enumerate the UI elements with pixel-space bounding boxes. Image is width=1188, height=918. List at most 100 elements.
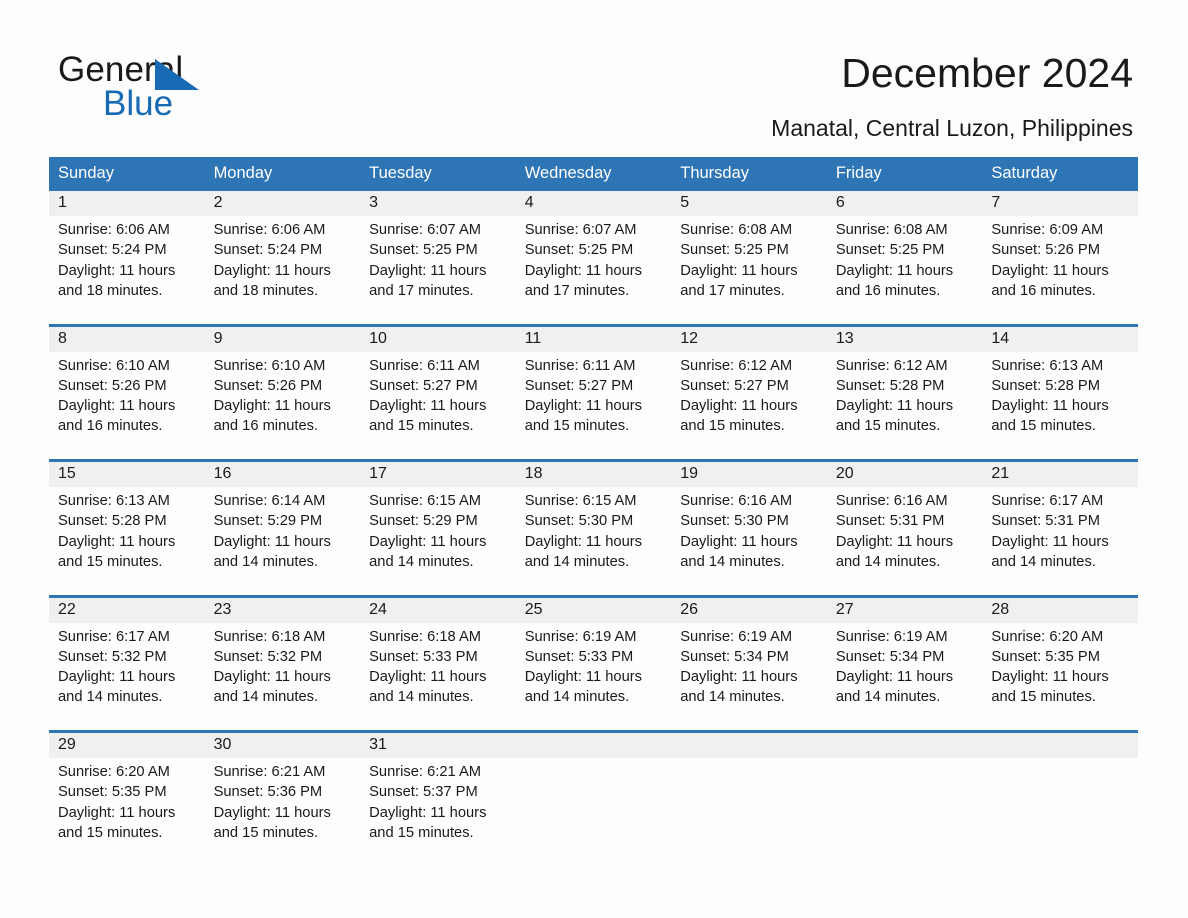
day-number-cell[interactable]: 5 [671,191,827,216]
day-detail-cell[interactable]: Sunrise: 6:20 AM Sunset: 5:35 PM Daylight:… [49,758,205,867]
daylight-text-line2: and 17 minutes. [369,282,474,299]
day-detail-cell[interactable]: Sunrise: 6:15 AM Sunset: 5:29 PM Daylight:… [360,487,516,596]
sunset-text: Sunset: 5:25 PM [369,242,478,259]
day-detail-cell[interactable]: Sunrise: 6:11 AM Sunset: 5:27 PM Daylight:… [360,351,516,461]
sunset-text: Sunset: 5:25 PM [524,242,634,259]
day-number-cell[interactable]: 16 [204,459,361,487]
day-detail-cell[interactable]: Sunrise: 6:12 AM Sunset: 5:27 PM Daylight:… [671,351,827,461]
daylight-text-line1: Daylight: 11 hours [58,804,176,821]
sunset-text: Sunset: 5:34 PM [835,648,945,665]
daylight-text-line2: and 15 minutes. [213,824,319,841]
day-detail-cell[interactable]: Sunrise: 6:17 AM Sunset: 5:32 PM Daylight:… [49,622,205,732]
day-detail-cell[interactable]: Sunrise: 6:06 AM Sunset: 5:24 PM Daylight:… [49,216,205,325]
day-detail-cell[interactable]: Sunrise: 6:18 AM Sunset: 5:33 PM Daylight:… [360,622,516,732]
day-number-cell[interactable]: 7 [982,191,1138,216]
day-number-cell[interactable]: 2 [204,191,361,216]
sunset-text: Sunset: 5:37 PM [369,784,478,801]
day-number-cell[interactable]: 20 [826,459,983,487]
daylight-text-line1: Daylight: 11 hours [369,398,487,415]
daylight-text-line1: Daylight: 11 hours [369,262,487,279]
day-number-cell[interactable]: 3 [360,191,516,216]
daylight-text-line2: and 15 minutes. [58,824,163,841]
daylight-text-line1: Daylight: 11 hours [524,669,642,686]
day-number-cell[interactable]: 15 [49,459,205,487]
sunset-text: Sunset: 5:29 PM [213,513,323,530]
day-detail-cell[interactable]: Sunrise: 6:18 AM Sunset: 5:32 PM Daylight:… [204,622,361,732]
day-detail-cell[interactable]: Sunrise: 6:09 AM Sunset: 5:26 PM Daylight:… [982,216,1138,325]
day-number-cell[interactable]: 10 [360,323,516,352]
day-detail-cell[interactable]: Sunrise: 6:19 AM Sunset: 5:34 PM Daylight:… [826,622,983,732]
day-number-cell[interactable]: 11 [515,323,672,352]
day-number-cell[interactable]: 26 [671,594,827,623]
day-number-cell[interactable]: 29 [49,730,205,758]
day-detail-cell[interactable]: Sunrise: 6:13 AM Sunset: 5:28 PM Daylight:… [982,351,1138,461]
day-number-cell[interactable]: 6 [826,191,983,216]
sunset-text: Sunset: 5:32 PM [58,648,167,665]
day-detail-cell[interactable]: Sunrise: 6:08 AM Sunset: 5:25 PM Daylight:… [671,216,827,325]
day-detail-cell[interactable]: Sunrise: 6:12 AM Sunset: 5:28 PM Daylight:… [826,351,983,461]
generalblue-logo[interactable]: General Blue [58,52,318,132]
daylight-text-line2: and 18 minutes. [58,282,163,299]
day-number-cell[interactable]: 17 [360,459,516,487]
day-detail-cell[interactable]: Sunrise: 6:21 AM Sunset: 5:36 PM Daylight:… [204,758,361,867]
day-number-cell[interactable]: 14 [982,323,1138,352]
day-detail-cell[interactable]: Sunrise: 6:15 AM Sunset: 5:30 PM Daylight:… [515,487,672,596]
sunrise-text: Sunrise: 6:20 AM [991,628,1104,645]
daylight-text-line2: and 16 minutes. [991,282,1096,299]
daylight-text-line2: and 14 minutes. [835,689,941,706]
daylight-text-line1: Daylight: 11 hours [213,398,331,415]
calendar-week-daynum-row: 1234567 [49,191,1138,216]
day-number-cell[interactable]: 8 [49,323,205,352]
day-detail-cell[interactable]: Sunrise: 6:13 AM Sunset: 5:28 PM Daylight:… [49,487,205,596]
day-detail-cell[interactable]: Sunrise: 6:10 AM Sunset: 5:26 PM Daylight:… [49,351,205,461]
day-detail-cell[interactable]: Sunrise: 6:11 AM Sunset: 5:27 PM Daylight:… [515,351,672,461]
day-number-cell[interactable]: 12 [671,323,827,352]
day-detail-cell[interactable]: Sunrise: 6:16 AM Sunset: 5:31 PM Daylight:… [826,487,983,596]
day-detail-cell[interactable]: Sunrise: 6:07 AM Sunset: 5:25 PM Daylight:… [515,216,672,325]
day-detail-cell[interactable]: Sunrise: 6:19 AM Sunset: 5:33 PM Daylight:… [515,622,672,732]
sunrise-text: Sunrise: 6:15 AM [524,493,637,509]
day-detail-cell[interactable]: Sunrise: 6:16 AM Sunset: 5:30 PM Daylight:… [671,487,827,596]
sunset-text: Sunset: 5:34 PM [680,648,789,665]
day-number-cell[interactable]: 13 [826,323,983,352]
day-number-cell[interactable]: 22 [49,594,205,623]
day-number-cell[interactable]: 27 [826,594,983,623]
day-number-cell[interactable]: 21 [982,459,1138,487]
day-detail-cell[interactable]: Sunrise: 6:07 AM Sunset: 5:25 PM Daylight:… [360,216,516,325]
day-number-cell[interactable]: 24 [360,594,516,623]
day-detail-cell[interactable]: Sunrise: 6:08 AM Sunset: 5:25 PM Daylight:… [826,216,983,325]
day-number-cell[interactable]: 1 [49,191,205,216]
day-detail-cell[interactable]: Sunrise: 6:06 AM Sunset: 5:24 PM Daylight:… [204,216,361,325]
sunset-text: Sunset: 5:33 PM [524,648,634,665]
daylight-text-line1: Daylight: 11 hours [524,262,642,279]
day-number-cell[interactable]: 23 [204,594,361,623]
day-detail-cell[interactable]: Sunrise: 6:19 AM Sunset: 5:34 PM Daylight:… [671,622,827,732]
day-detail-cell[interactable]: Sunrise: 6:20 AM Sunset: 5:35 PM Daylight:… [982,622,1138,732]
day-number-cell[interactable]: 25 [515,594,672,623]
day-number-cell[interactable]: 9 [204,323,361,352]
sunrise-text: Sunrise: 6:08 AM [835,222,948,238]
day-detail-cell[interactable]: Sunrise: 6:21 AM Sunset: 5:37 PM Daylight:… [360,758,516,867]
day-detail-cell[interactable]: Sunrise: 6:14 AM Sunset: 5:29 PM Daylight:… [204,487,361,596]
daylight-text-line2: and 14 minutes. [213,553,319,570]
weekday-header-saturday: Saturday [982,157,1138,191]
daylight-text-line2: and 15 minutes. [991,689,1096,706]
sunset-text: Sunset: 5:35 PM [991,648,1100,665]
day-number-cell [826,730,983,758]
day-number-cell[interactable]: 19 [671,459,827,487]
calendar-week-detail-row: Sunrise: 6:20 AM Sunset: 5:35 PM Daylight:… [49,758,1138,867]
day-number-cell[interactable]: 31 [360,730,516,758]
day-detail-cell[interactable]: Sunrise: 6:17 AM Sunset: 5:31 PM Daylight:… [982,487,1138,596]
day-number-cell[interactable]: 4 [515,191,672,216]
daylight-text-line2: and 14 minutes. [213,689,319,706]
sunrise-text: Sunrise: 6:09 AM [991,222,1104,238]
daylight-text-line2: and 15 minutes. [369,824,474,841]
sunrise-text: Sunrise: 6:06 AM [58,222,170,238]
day-detail-cell[interactable]: Sunrise: 6:10 AM Sunset: 5:26 PM Daylight:… [204,351,361,461]
day-number-cell[interactable]: 30 [204,730,361,758]
page-subtitle: Manatal, Central Luzon, Philippines [771,115,1133,141]
day-number-cell[interactable]: 28 [982,594,1138,623]
page-title: December 2024 [841,50,1133,96]
day-number-cell[interactable]: 18 [515,459,672,487]
sunset-text: Sunset: 5:31 PM [835,513,945,530]
